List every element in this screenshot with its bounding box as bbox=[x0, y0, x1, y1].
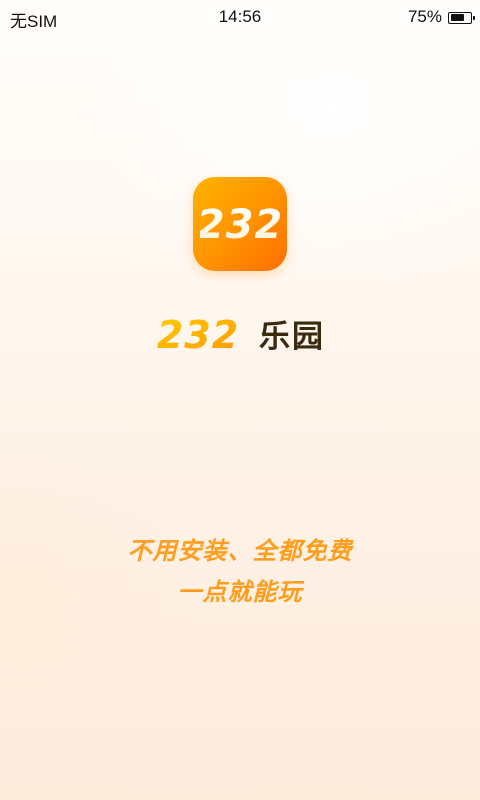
brand-row: 232 乐园 bbox=[0, 311, 480, 356]
splash-screen: 无SIM 14:56 75% 232 232 乐园 不用安装、全都免费 一点就能… bbox=[0, 0, 480, 800]
brand-logo-text: 232 bbox=[157, 313, 239, 356]
slogan-line-2: 一点就能玩 bbox=[177, 578, 303, 606]
app-icon-glyph: 232 bbox=[200, 202, 280, 246]
battery-icon bbox=[448, 11, 475, 24]
app-icon: 232 bbox=[193, 177, 287, 271]
battery-fill bbox=[450, 14, 464, 21]
slogan-line-1: 不用安装、全都免费 bbox=[127, 537, 353, 565]
status-bar: 无SIM 14:56 75% bbox=[0, 0, 480, 32]
battery-status: 75% bbox=[407, 7, 475, 27]
brand-logo: 232 bbox=[155, 312, 241, 356]
app-icon-text: 232 bbox=[200, 202, 280, 246]
battery-percent: 75% bbox=[407, 7, 442, 26]
app-name: 乐园 bbox=[259, 319, 325, 355]
